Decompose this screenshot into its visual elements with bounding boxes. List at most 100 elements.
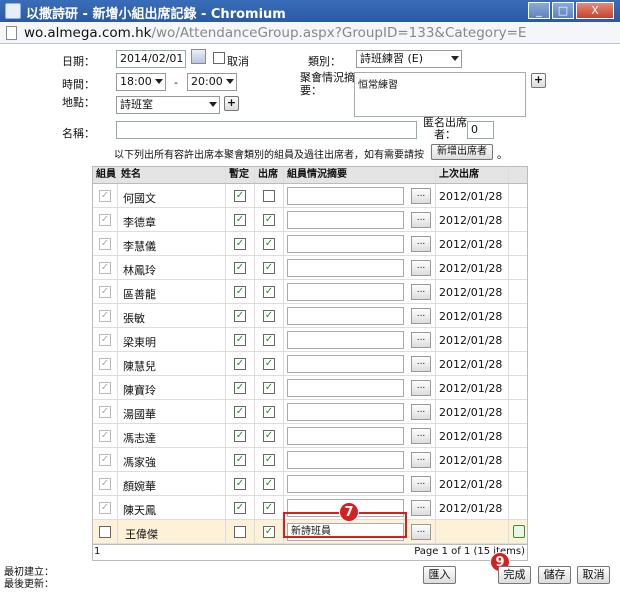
name-field[interactable] xyxy=(116,121,417,139)
chevron-down-icon xyxy=(209,102,217,107)
present-checkbox[interactable]: ✓ xyxy=(263,238,275,250)
header-present[interactable]: 出席 xyxy=(255,167,284,183)
present-checkbox[interactable]: ✓ xyxy=(263,310,275,322)
present-checkbox[interactable]: ✓ xyxy=(263,430,275,442)
more-button[interactable]: ... xyxy=(411,524,431,540)
minimize-button[interactable]: _ xyxy=(528,2,550,19)
date-field[interactable]: 2014/02/01 xyxy=(116,50,186,68)
maximize-button[interactable]: □ xyxy=(552,2,574,19)
more-button[interactable]: ... xyxy=(411,332,431,348)
category-select[interactable]: 詩班練習 (E) xyxy=(356,50,462,68)
present-checkbox[interactable]: ✓ xyxy=(263,286,275,298)
url-text[interactable]: wo.almega.com.hk/wo/AttendanceGroup.aspx… xyxy=(24,25,526,41)
present-checkbox[interactable]: ✓ xyxy=(263,526,275,538)
cancel-checkbox[interactable] xyxy=(213,52,225,64)
tentative-checkbox[interactable]: ✓ xyxy=(234,310,246,322)
tentative-checkbox[interactable] xyxy=(234,526,246,538)
cancel-button[interactable]: 取消 xyxy=(577,566,610,584)
header-spacer xyxy=(509,167,529,183)
present-checkbox[interactable]: ✓ xyxy=(263,214,275,226)
present-checkbox[interactable]: ✓ xyxy=(263,358,275,370)
tentative-checkbox[interactable]: ✓ xyxy=(234,430,246,442)
present-checkbox[interactable]: ✓ xyxy=(263,454,275,466)
present-checkbox[interactable]: ✓ xyxy=(263,502,275,514)
header-summary[interactable]: 組員情況摘要 xyxy=(284,167,436,183)
tentative-checkbox[interactable]: ✓ xyxy=(234,238,246,250)
member-summary-input[interactable] xyxy=(287,235,404,253)
expand-summary-button[interactable]: + xyxy=(531,73,546,88)
present-checkbox[interactable]: ✓ xyxy=(263,334,275,346)
more-button[interactable]: ... xyxy=(411,260,431,276)
header-member[interactable]: 組員 xyxy=(93,167,118,183)
place-select[interactable]: 詩班室 xyxy=(116,96,220,114)
member-summary-input[interactable] xyxy=(287,475,404,493)
done-button[interactable]: 完成 xyxy=(498,566,531,584)
anon-count-field[interactable]: 0 xyxy=(467,121,494,139)
present-checkbox[interactable]: ✓ xyxy=(263,382,275,394)
present-checkbox[interactable]: ✓ xyxy=(263,262,275,274)
more-button[interactable]: ... xyxy=(411,356,431,372)
more-button[interactable]: ... xyxy=(411,476,431,492)
tentative-checkbox[interactable]: ✓ xyxy=(234,334,246,346)
time-start-select[interactable]: 18:00 xyxy=(116,73,166,91)
member-summary-input[interactable] xyxy=(287,307,404,325)
header-last-attended[interactable]: 上次出席 xyxy=(436,167,509,183)
add-place-button[interactable]: + xyxy=(224,96,239,111)
member-checkbox: ✓ xyxy=(99,190,111,202)
hint-end: 。 xyxy=(497,148,508,161)
tentative-checkbox[interactable]: ✓ xyxy=(234,406,246,418)
more-button[interactable]: ... xyxy=(411,236,431,252)
more-button[interactable]: ... xyxy=(411,188,431,204)
tentative-checkbox[interactable]: ✓ xyxy=(234,454,246,466)
more-button[interactable]: ... xyxy=(411,380,431,396)
tentative-checkbox[interactable]: ✓ xyxy=(234,214,246,226)
member-name: 湯國華 xyxy=(123,408,156,421)
time-separator: - xyxy=(174,76,178,89)
member-summary-input[interactable] xyxy=(287,211,404,229)
tentative-checkbox[interactable]: ✓ xyxy=(234,478,246,490)
present-checkbox[interactable] xyxy=(263,190,275,202)
member-summary-input[interactable] xyxy=(287,187,404,205)
tentative-checkbox[interactable]: ✓ xyxy=(234,286,246,298)
header-tentative[interactable]: 暫定 xyxy=(226,167,255,183)
member-summary-input[interactable] xyxy=(287,451,404,469)
tentative-checkbox[interactable]: ✓ xyxy=(234,190,246,202)
header-name[interactable]: 姓名 xyxy=(118,167,226,183)
present-checkbox[interactable]: ✓ xyxy=(263,478,275,490)
add-attendee-button[interactable]: 新增出席者 xyxy=(431,144,493,160)
last-attended-date: 2012/01/28 xyxy=(439,406,503,419)
member-summary-input[interactable] xyxy=(287,427,404,445)
more-button[interactable]: ... xyxy=(411,212,431,228)
save-button[interactable]: 儲存 xyxy=(538,566,571,584)
delete-icon[interactable] xyxy=(513,525,525,538)
window-title: 以撒詩研 - 新增小組出席記錄 - Chromium xyxy=(26,7,286,22)
member-summary-input[interactable] xyxy=(287,283,404,301)
member-summary-input[interactable] xyxy=(287,403,404,421)
tentative-checkbox[interactable]: ✓ xyxy=(234,358,246,370)
member-summary-input[interactable] xyxy=(287,331,404,349)
member-checkbox: ✓ xyxy=(99,262,111,274)
summary-textarea[interactable]: 恒常練習 xyxy=(354,72,526,117)
member-summary-input[interactable] xyxy=(287,355,404,373)
more-button[interactable]: ... xyxy=(411,404,431,420)
import-button[interactable]: 匯入 xyxy=(423,566,456,584)
close-window-button[interactable]: X xyxy=(576,2,614,19)
calendar-icon[interactable] xyxy=(191,49,206,64)
member-summary-input[interactable] xyxy=(287,379,404,397)
table-footer: 1 Page 1 of 1 (15 items) xyxy=(93,544,527,560)
present-checkbox[interactable]: ✓ xyxy=(263,406,275,418)
tentative-checkbox[interactable]: ✓ xyxy=(234,382,246,394)
member-checkbox[interactable] xyxy=(99,526,111,538)
more-button[interactable]: ... xyxy=(411,284,431,300)
time-end-select[interactable]: 20:00 xyxy=(187,73,237,91)
more-button[interactable]: ... xyxy=(411,308,431,324)
tentative-checkbox[interactable]: ✓ xyxy=(234,262,246,274)
more-button[interactable]: ... xyxy=(411,428,431,444)
member-summary-input[interactable] xyxy=(287,259,404,277)
more-button[interactable]: ... xyxy=(411,452,431,468)
address-bar[interactable]: wo.almega.com.hk/wo/AttendanceGroup.aspx… xyxy=(0,22,620,44)
more-button[interactable]: ... xyxy=(411,500,431,516)
tentative-checkbox[interactable]: ✓ xyxy=(234,502,246,514)
member-name: 顏婉華 xyxy=(123,480,156,493)
member-name: 陳天鳳 xyxy=(123,504,156,517)
